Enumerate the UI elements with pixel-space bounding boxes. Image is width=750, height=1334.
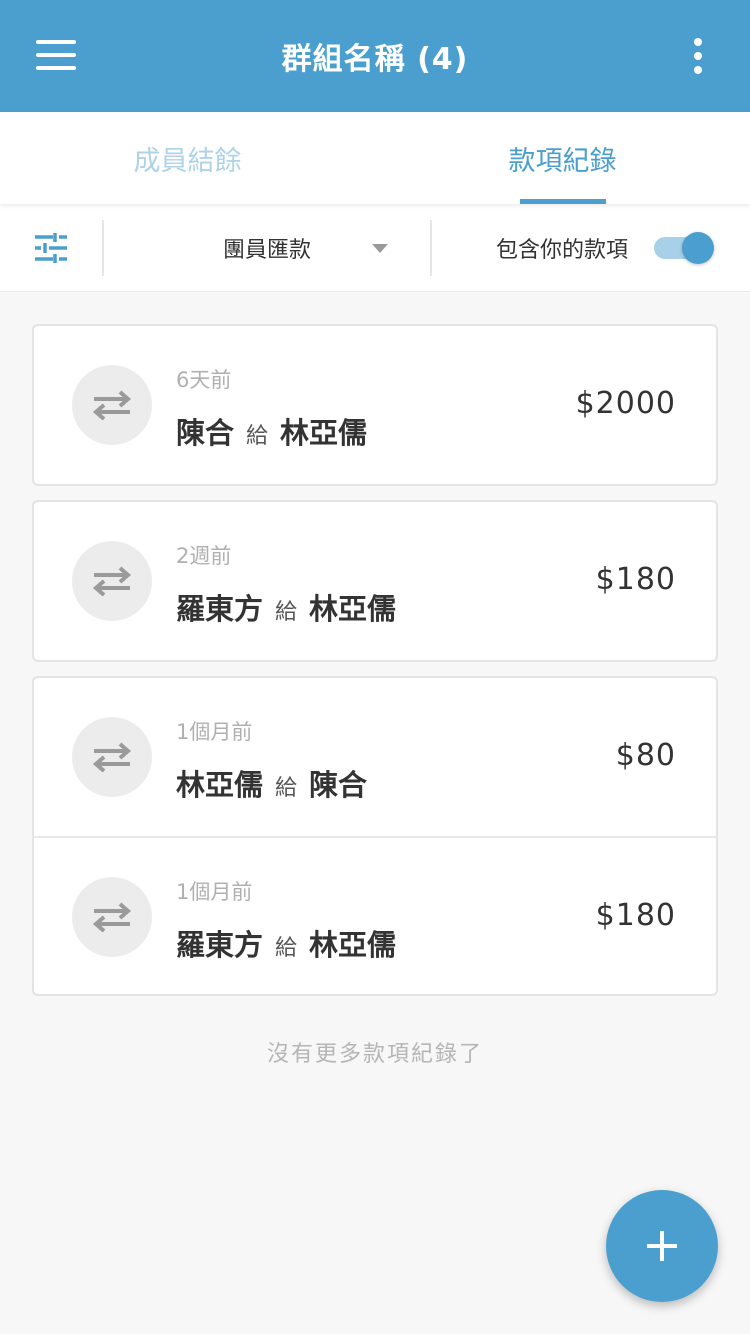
record-time: 6天前 (176, 368, 232, 392)
sliders-icon-graphic (35, 232, 67, 263)
record-parties: 林亞儒 給 陳合 (176, 762, 367, 804)
connector-text: 給 (246, 424, 269, 449)
tab-member-balance[interactable]: 成員結餘 (0, 112, 375, 204)
record-card: 1個月前 林亞儒 給 陳合 $80 1個月前 羅東方 給 林亞儒 $180 (32, 676, 718, 996)
record-time: 1個月前 (176, 880, 253, 904)
record-amount: $180 (595, 562, 676, 597)
end-of-list-note: 沒有更多款項紀錄了 (266, 1042, 483, 1067)
connector-text: 給 (275, 936, 298, 961)
dropdown-value: 團員匯款 (222, 237, 311, 263)
record-amount: $80 (615, 738, 676, 773)
record-parties: 陳合 給 林亞儒 (176, 410, 367, 452)
tab-bar: 成員結餘 款項紀錄 (0, 112, 750, 204)
payee-name: 林亞儒 (309, 928, 397, 962)
filter-bar: 團員匯款 包含你的款項 (0, 204, 750, 292)
record-amount: $2000 (575, 386, 676, 421)
record-card: 6天前 陳合 給 林亞儒 $2000 (32, 324, 718, 486)
caret-down-icon (372, 243, 388, 253)
payment-type-dropdown[interactable]: 團員匯款 (104, 219, 432, 276)
record-time: 2週前 (176, 544, 232, 568)
payer-name: 林亞儒 (176, 768, 264, 802)
add-record-button[interactable] (606, 1190, 718, 1302)
payer-name: 羅東方 (176, 928, 264, 962)
record-row[interactable]: 6天前 陳合 給 林亞儒 $2000 (34, 326, 716, 484)
app-bar: 群組名稱 (4) (0, 0, 750, 112)
connector-text: 給 (275, 776, 298, 801)
record-row[interactable]: 2週前 羅東方 給 林亞儒 $180 (34, 502, 716, 660)
tab-payment-records[interactable]: 款項紀錄 (375, 112, 750, 204)
record-row[interactable]: 1個月前 羅東方 給 林亞儒 $180 (34, 836, 716, 994)
record-card: 2週前 羅東方 給 林亞儒 $180 (32, 500, 718, 662)
sliders-icon[interactable] (0, 219, 104, 276)
toggle-knob (682, 231, 714, 264)
payee-name: 林亞儒 (309, 592, 397, 626)
more-vertical-icon[interactable] (686, 38, 710, 74)
include-mine-label: 包含你的款項 (495, 237, 628, 263)
transfer-icon (72, 877, 152, 957)
record-time: 1個月前 (176, 720, 253, 744)
payee-name: 林亞儒 (280, 416, 368, 450)
transfer-icon (72, 365, 152, 445)
record-row[interactable]: 1個月前 林亞儒 給 陳合 $80 (34, 678, 716, 836)
include-mine-control: 包含你的款項 (432, 220, 750, 276)
transfer-icon (72, 541, 152, 621)
transfer-icon (72, 717, 152, 797)
payer-name: 陳合 (176, 416, 235, 450)
hamburger-icon[interactable] (36, 40, 76, 70)
page-title: 群組名稱 (4) (281, 42, 469, 77)
plus-icon (647, 1231, 677, 1261)
records-list: 6天前 陳合 給 林亞儒 $2000 2週前 羅東方 給 林亞儒 $180 1個… (32, 324, 718, 1010)
include-mine-toggle[interactable] (654, 231, 714, 264)
payer-name: 羅東方 (176, 592, 264, 626)
connector-text: 給 (275, 600, 298, 625)
payee-name: 陳合 (309, 768, 368, 802)
record-parties: 羅東方 給 林亞儒 (176, 922, 396, 964)
record-parties: 羅東方 給 林亞儒 (176, 586, 396, 628)
record-amount: $180 (595, 898, 676, 933)
